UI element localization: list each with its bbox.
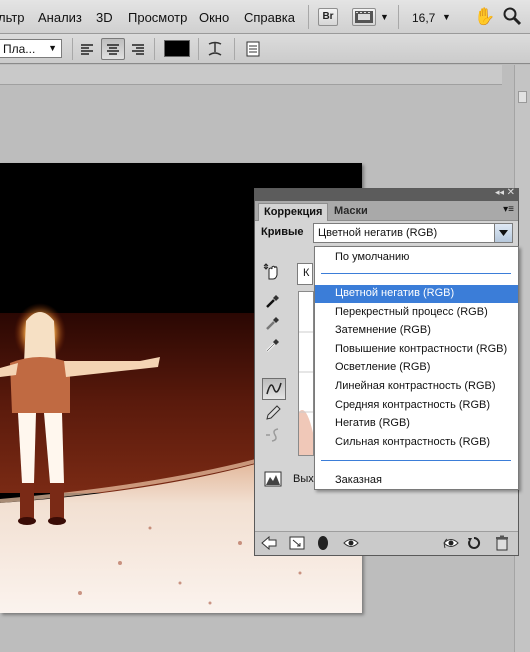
- preset-option-lighter[interactable]: Осветление (RGB): [315, 359, 518, 377]
- preset-option-medium-contrast[interactable]: Средняя контрастность (RGB): [315, 397, 518, 415]
- hand-tool-icon[interactable]: ✋: [474, 7, 495, 27]
- chevron-down-icon[interactable]: ▼: [380, 12, 389, 22]
- align-left-icon[interactable]: [78, 40, 96, 58]
- preset-option-increase-contrast[interactable]: Повышение контрастности (RGB): [315, 341, 518, 359]
- options-separator: [198, 38, 199, 60]
- close-icon[interactable]: ✕: [507, 187, 515, 198]
- menu-separator: [398, 5, 399, 29]
- scrollbar-thumb[interactable]: [518, 91, 527, 103]
- view-previous-state-icon[interactable]: [443, 536, 459, 553]
- targeted-adjust-icon[interactable]: [263, 261, 283, 281]
- trash-icon[interactable]: [495, 535, 509, 554]
- panel-tab-bar: Коррекция Маски ▾≡: [255, 201, 518, 221]
- menu-window[interactable]: Окно: [199, 10, 229, 25]
- align-center-icon: [107, 44, 119, 55]
- menu-view[interactable]: Просмотр: [128, 10, 187, 25]
- back-arrow-icon[interactable]: [261, 535, 277, 553]
- panel-menu-icon[interactable]: ▾≡: [503, 204, 514, 215]
- curve-point-tool-icon[interactable]: [262, 378, 286, 400]
- zoom-tool-icon[interactable]: [502, 6, 522, 29]
- menu-separator: [308, 5, 309, 29]
- align-center-button[interactable]: [101, 38, 125, 60]
- options-separator: [154, 38, 155, 60]
- menu-help[interactable]: Справка: [244, 10, 295, 25]
- menu-bar: льтр Анализ 3D Просмотр Окно Справка Br …: [0, 0, 530, 34]
- output-label: Вых: [293, 473, 314, 485]
- dropdown-separator: [321, 460, 511, 461]
- panel-bottom-toolbar: [255, 531, 518, 555]
- pencil-icon[interactable]: [263, 403, 283, 423]
- auto-levels-icon[interactable]: [263, 469, 283, 489]
- chevron-down-icon[interactable]: ▼: [442, 12, 451, 22]
- panel-title-bar[interactable]: ◂◂ ✕: [255, 187, 518, 201]
- bridge-button[interactable]: Br: [318, 8, 338, 26]
- channel-select[interactable]: К: [297, 263, 313, 285]
- tab-masks[interactable]: Маски: [329, 203, 373, 221]
- chevron-down-icon: ▼: [48, 43, 57, 53]
- preset-option-color-negative[interactable]: Цветной негатив (RGB): [315, 285, 518, 303]
- preset-dropdown-list: По умолчанию Цветной негатив (RGB) Перек…: [314, 246, 519, 490]
- smooth-curve-icon: [263, 425, 283, 445]
- menu-filter[interactable]: льтр: [0, 10, 25, 25]
- expand-view-icon[interactable]: [289, 536, 305, 553]
- align-right-icon[interactable]: [129, 40, 147, 58]
- zoom-level[interactable]: 16,7: [412, 11, 435, 25]
- options-bar: Пла... ▼: [0, 34, 530, 64]
- preset-select[interactable]: Цветной негатив (RGB): [313, 223, 513, 243]
- preset-option-default[interactable]: По умолчанию: [315, 249, 518, 267]
- eye-icon[interactable]: [343, 536, 359, 553]
- preset-option-linear-contrast[interactable]: Линейная контрастность (RGB): [315, 378, 518, 396]
- font-style-value: Пла...: [3, 42, 36, 56]
- preset-option-negative[interactable]: Негатив (RGB): [315, 415, 518, 433]
- chevron-down-icon[interactable]: [494, 224, 512, 242]
- preset-option-darker[interactable]: Затемнение (RGB): [315, 322, 518, 340]
- clip-to-layer-icon[interactable]: [317, 535, 329, 554]
- text-color-swatch[interactable]: [164, 40, 190, 57]
- warp-text-icon[interactable]: [206, 40, 224, 58]
- document-tab-strip: [0, 65, 502, 85]
- preset-value: Цветной негатив (RGB): [318, 227, 438, 239]
- dropdown-separator: [321, 273, 511, 274]
- tab-adjustments[interactable]: Коррекция: [258, 203, 329, 221]
- menu-3d[interactable]: 3D: [96, 10, 113, 25]
- white-point-eyedropper-icon[interactable]: [263, 335, 283, 355]
- collapse-icon[interactable]: ◂◂: [495, 187, 504, 198]
- reset-icon[interactable]: [467, 536, 481, 553]
- curves-label: Кривые: [261, 226, 304, 238]
- character-panel-icon[interactable]: [244, 40, 262, 58]
- gray-point-eyedropper-icon[interactable]: [263, 313, 283, 333]
- curves-graph[interactable]: [298, 291, 314, 456]
- options-separator: [234, 38, 235, 60]
- channel-value: К: [303, 267, 310, 279]
- black-point-eyedropper-icon[interactable]: [263, 291, 283, 311]
- preset-option-custom[interactable]: Заказная: [315, 472, 518, 490]
- film-strip-icon[interactable]: [352, 8, 376, 26]
- font-style-select[interactable]: Пла... ▼: [0, 39, 62, 58]
- options-separator: [72, 38, 73, 60]
- preset-option-strong-contrast[interactable]: Сильная контрастность (RGB): [315, 434, 518, 452]
- preset-option-cross-process[interactable]: Перекрестный процесс (RGB): [315, 304, 518, 322]
- menu-analysis[interactable]: Анализ: [38, 10, 82, 25]
